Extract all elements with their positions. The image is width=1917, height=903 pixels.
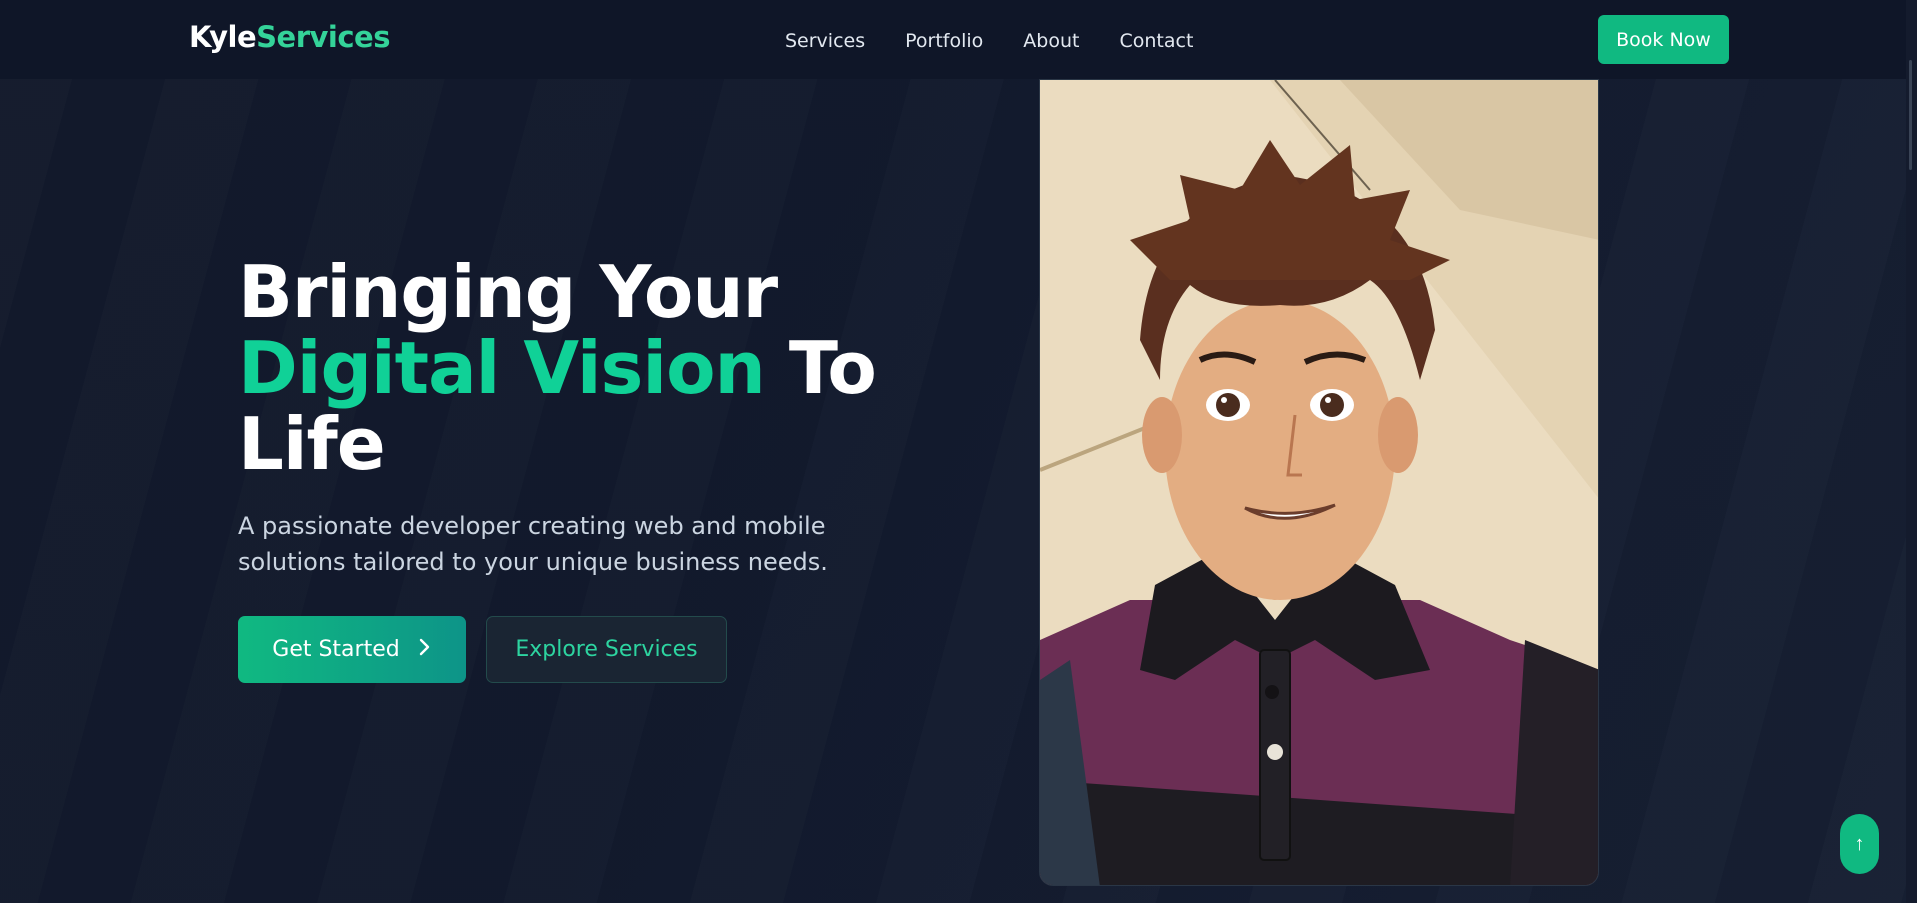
scroll-to-top-button[interactable]: ↑ <box>1840 814 1879 874</box>
nav-link-services[interactable]: Services <box>785 30 865 52</box>
explore-services-button[interactable]: Explore Services <box>486 616 727 683</box>
brand-logo[interactable]: KyleServices <box>189 20 390 54</box>
scrollbar-thumb[interactable] <box>1909 60 1912 170</box>
nav-link-contact[interactable]: Contact <box>1119 30 1193 52</box>
hero-title: Bringing Your Digital Vision To Life <box>238 254 877 482</box>
brand-name-part2: Services <box>256 20 390 54</box>
main-nav: Services Portfolio About Contact <box>785 30 1193 52</box>
brand-name-part1: Kyle <box>189 20 257 54</box>
book-now-button[interactable]: Book Now <box>1598 15 1729 64</box>
hero-title-accent: Digital Vision <box>238 326 766 410</box>
get-started-label: Get Started <box>272 637 400 662</box>
page-scrollbar[interactable] <box>1906 0 1917 903</box>
arrow-up-icon: ↑ <box>1854 832 1865 855</box>
get-started-button[interactable]: Get Started <box>238 616 466 683</box>
hero-portrait-image <box>1039 79 1599 886</box>
nav-link-portfolio[interactable]: Portfolio <box>905 30 983 52</box>
hero-title-line1: Bringing Your <box>238 250 778 334</box>
hero-title-line2-rest: To <box>764 326 877 410</box>
chevron-right-icon <box>418 637 432 663</box>
site-header: KyleServices Services Portfolio About Co… <box>0 0 1917 79</box>
hero-subtitle: A passionate developer creating web and … <box>238 512 828 576</box>
nav-link-about[interactable]: About <box>1023 30 1079 52</box>
hero-title-line3: Life <box>238 402 386 486</box>
